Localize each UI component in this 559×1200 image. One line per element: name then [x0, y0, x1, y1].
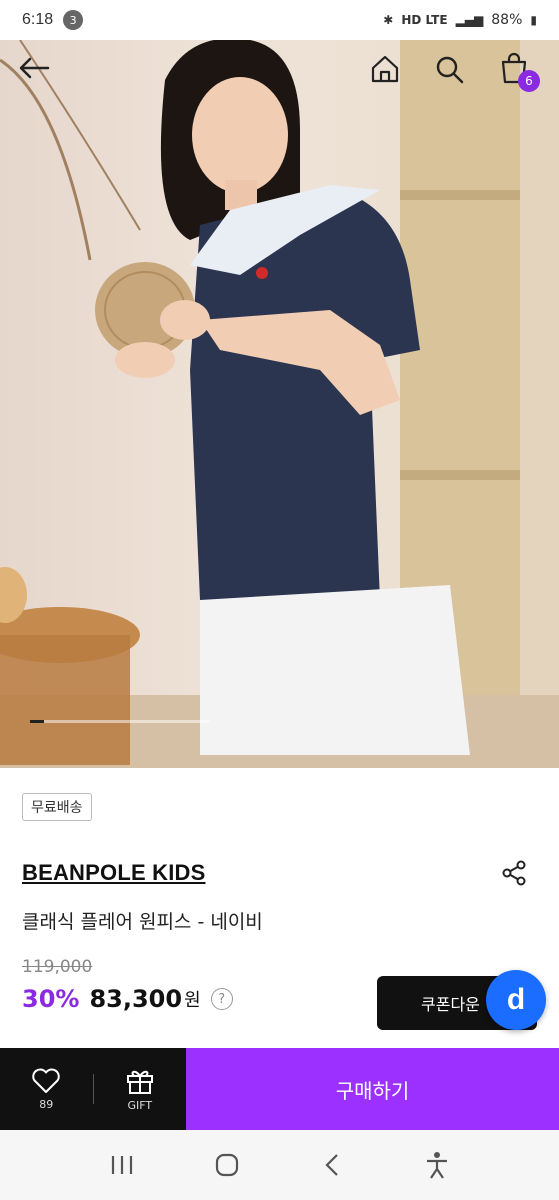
- home-icon: [371, 55, 399, 83]
- buy-button[interactable]: 구매하기: [186, 1048, 559, 1130]
- currency-unit: 원: [184, 990, 201, 1011]
- chat-fab-button[interactable]: d: [486, 970, 546, 1030]
- face: [192, 77, 288, 193]
- wall-right: [520, 40, 559, 768]
- heart-icon: [32, 1068, 60, 1093]
- network-label: HD LTE: [401, 13, 448, 27]
- share-icon: [502, 860, 526, 886]
- system-navigation-bar: [0, 1130, 559, 1200]
- price-help-icon[interactable]: ?: [210, 988, 233, 1010]
- dress-logo: [256, 267, 268, 279]
- free-shipping-tag: 무료배송: [22, 793, 92, 821]
- home-button[interactable]: [370, 54, 412, 94]
- recent-apps-button[interactable]: [102, 1145, 142, 1185]
- brand-link[interactable]: BEANPOLE KIDS: [22, 860, 206, 886]
- bluetooth-icon: ✱: [383, 13, 394, 27]
- cart-button[interactable]: 6: [498, 52, 542, 96]
- status-bar: 6:18 3 ✱ HD LTE ▂▄▆ 88% ▮: [0, 0, 559, 40]
- accessibility-icon: [426, 1152, 447, 1179]
- price-row: 30% 83,300 원 ?: [22, 985, 233, 1013]
- accessibility-button[interactable]: [417, 1145, 457, 1185]
- notification-count: 3: [63, 10, 84, 30]
- back-button[interactable]: [18, 56, 62, 88]
- hand: [160, 300, 210, 340]
- gift-label: GIFT: [127, 1098, 153, 1112]
- battery-level: 88%: [491, 12, 523, 28]
- like-count: 89: [39, 1097, 54, 1111]
- system-back-button[interactable]: [312, 1145, 352, 1185]
- chevron-left-icon: [325, 1154, 338, 1176]
- gift-icon: [126, 1070, 153, 1094]
- image-pager-progress-fill: [30, 720, 45, 723]
- status-time: 6:18: [22, 11, 54, 28]
- signal-icon: ▂▄▆: [455, 13, 484, 27]
- bottom-action-bar: 89 GIFT 구매하기: [0, 1048, 559, 1130]
- status-right: ✱ HD LTE ▂▄▆ 88% ▮: [383, 12, 537, 28]
- stool-base: [0, 635, 130, 765]
- arrow-left-icon: [19, 57, 50, 79]
- discount-rate: 30%: [22, 985, 80, 1013]
- system-home-icon: [216, 1153, 239, 1177]
- system-home-button[interactable]: [207, 1145, 247, 1185]
- search-icon: [436, 56, 464, 84]
- dry-leaf: [0, 58, 92, 261]
- secondary-actions: 89 GIFT: [0, 1048, 186, 1130]
- product-photo: [0, 40, 559, 768]
- dress-hem: [200, 585, 470, 755]
- app-root: 6:18 3 ✱ HD LTE ▂▄▆ 88% ▮ 6 무료배송 BEANPOL…: [0, 0, 559, 1200]
- recent-apps-icon: [112, 1156, 133, 1174]
- original-price: 119,000: [22, 957, 93, 977]
- sale-price: 83,300: [89, 985, 183, 1013]
- image-pager-progress: [30, 720, 210, 723]
- product-image[interactable]: 6: [0, 40, 559, 768]
- hand: [115, 342, 175, 378]
- battery-icon: ▮: [530, 13, 537, 27]
- product-title: 클래식 플레어 원피스 - 네이비: [22, 911, 263, 933]
- bamboo-node: [400, 190, 520, 200]
- like-button[interactable]: 89: [0, 1048, 93, 1130]
- bamboo-node: [400, 470, 520, 480]
- coupon-download-label: 쿠폰다운: [421, 995, 480, 1014]
- search-button[interactable]: [434, 54, 476, 94]
- cart-count-badge: 6: [518, 70, 540, 92]
- gift-button[interactable]: GIFT: [94, 1048, 187, 1130]
- share-button[interactable]: [496, 855, 532, 891]
